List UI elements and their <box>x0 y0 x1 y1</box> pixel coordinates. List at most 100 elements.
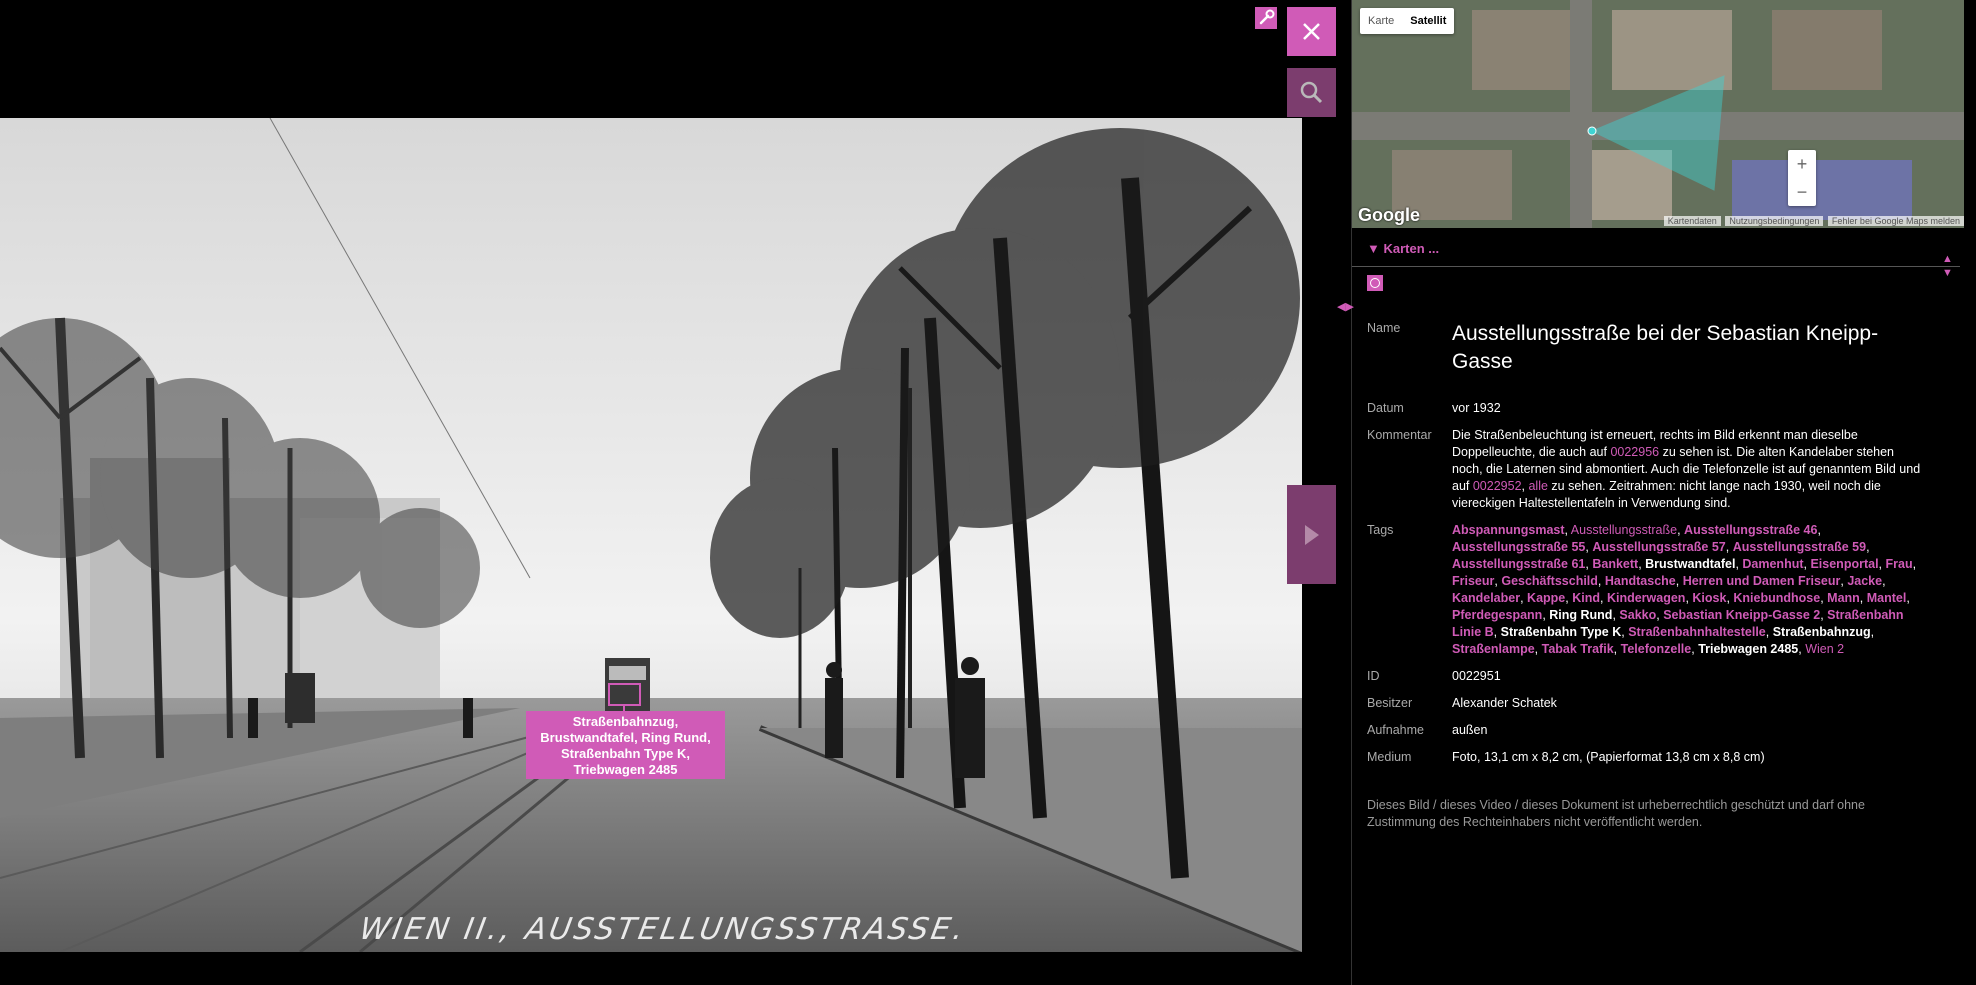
tag-link[interactable]: Kandelaber <box>1452 591 1520 605</box>
tag-link[interactable]: Straßenbahn Type K <box>1501 625 1622 639</box>
tag-link[interactable]: Sebastian Kneipp-Gasse 2 <box>1663 608 1820 622</box>
report-error-link[interactable]: Fehler bei Google Maps melden <box>1827 216 1964 226</box>
tag-separator: , <box>1613 642 1621 656</box>
tag-separator: , <box>1878 557 1886 571</box>
tag-separator: , <box>1677 523 1685 537</box>
tag-list: Abspannungsmast, Ausstellungsstraße, Aus… <box>1452 522 1927 658</box>
details-panel: Name Ausstellungsstraße bei der Sebastia… <box>1367 320 1927 776</box>
date-label: Datum <box>1367 401 1404 415</box>
tag-link[interactable]: Ausstellungsstraße 46 <box>1684 523 1817 537</box>
tag-separator: , <box>1906 591 1910 605</box>
tag-separator: , <box>1882 574 1886 588</box>
id-label: ID <box>1367 669 1380 683</box>
medium-value: Foto, 13,1 cm x 8,2 cm, (Papierformat 13… <box>1452 750 1765 764</box>
tag-link[interactable]: Brustwandtafel <box>1645 557 1735 571</box>
shot-label: Aufnahme <box>1367 723 1424 737</box>
date-value: vor 1932 <box>1452 401 1501 415</box>
tag-link[interactable]: Abspannungsmast <box>1452 523 1565 537</box>
tag-separator: , <box>1866 540 1870 554</box>
karten-toggle[interactable]: ▼ Karten ... <box>1367 241 1439 256</box>
tag-link[interactable]: Herren und Damen Friseur <box>1683 574 1841 588</box>
chevron-right-icon <box>1305 525 1319 545</box>
tag-link[interactable]: Ring Rund <box>1549 608 1612 622</box>
tag-link[interactable]: Sakko <box>1619 608 1656 622</box>
name-label: Name <box>1367 321 1401 335</box>
tag-link[interactable]: Straßenbahnzug <box>1773 625 1871 639</box>
tag-separator: , <box>1817 523 1821 537</box>
camera-icon <box>1370 278 1380 288</box>
tag-link[interactable]: Tabak Trafik <box>1542 642 1614 656</box>
tag-separator: , <box>1534 642 1542 656</box>
photo-image <box>0 118 1302 952</box>
tag-link[interactable]: Kniebundhose <box>1733 591 1820 605</box>
map-type-karte[interactable]: Karte <box>1360 8 1402 34</box>
tag-marker[interactable] <box>608 683 641 706</box>
comment-value: Die Straßenbeleuchtung ist erneuert, rec… <box>1452 427 1927 512</box>
tag-link[interactable]: Mantel <box>1867 591 1907 605</box>
terms-link[interactable]: Nutzungsbedingungen <box>1725 216 1824 226</box>
wrench-icon <box>1259 9 1275 25</box>
map-type-toggle: Karte Satellit <box>1360 8 1455 34</box>
divider <box>1352 266 1960 267</box>
tag-separator: , <box>1859 591 1867 605</box>
owner-value: Alexander Schatek <box>1452 696 1557 710</box>
image-title: Ausstellungsstraße bei der Sebastian Kne… <box>1452 322 1879 373</box>
photo-caption: WIEN II., AUSSTELLUNGSSTRASSE. <box>356 912 969 947</box>
tag-link[interactable]: Telefonzelle <box>1621 642 1692 656</box>
comment-link-alle[interactable]: alle <box>1528 479 1547 493</box>
map-view[interactable]: Karte Satellit + − Google Kartendaten Nu… <box>1352 0 1964 228</box>
map-type-satellit[interactable]: Satellit <box>1402 8 1454 34</box>
tag-link[interactable]: Ausstellungsstraße 61 <box>1452 557 1585 571</box>
tag-link[interactable]: Ausstellungsstraße 57 <box>1592 540 1725 554</box>
map-data-link[interactable]: Kartendaten <box>1663 216 1721 226</box>
close-icon <box>1303 23 1320 40</box>
close-button[interactable] <box>1287 7 1336 56</box>
comment-link-0022956[interactable]: 0022956 <box>1610 445 1659 459</box>
tag-link[interactable]: Triebwagen 2485 <box>1698 642 1798 656</box>
tag-separator: , <box>1597 574 1605 588</box>
tag-link[interactable]: Pferdegespann <box>1452 608 1542 622</box>
tag-link[interactable]: Kappe <box>1527 591 1565 605</box>
tag-link[interactable]: Geschäftsschild <box>1501 574 1598 588</box>
photo-viewer: Straßenbahnzug, Brustwandtafel, Ring Run… <box>0 0 1350 985</box>
comment-label: Kommentar <box>1367 428 1432 442</box>
medium-label: Medium <box>1367 750 1412 764</box>
copyright-notice: Dieses Bild / dieses Video / dieses Doku… <box>1367 798 1865 829</box>
shot-value: außen <box>1452 723 1488 737</box>
search-icon <box>1300 81 1323 104</box>
map-footer: Kartendaten Nutzungsbedingungen Fehler b… <box>1352 216 1964 228</box>
tag-separator: , <box>1675 574 1683 588</box>
tag-link[interactable]: Straßenbahnhaltestelle <box>1628 625 1766 639</box>
tag-link[interactable]: Wien 2 <box>1805 642 1844 656</box>
tag-separator: , <box>1520 591 1528 605</box>
camera-button[interactable] <box>1367 275 1383 291</box>
id-value: 0022951 <box>1452 669 1501 683</box>
tag-separator: , <box>1765 625 1773 639</box>
next-image-button[interactable] <box>1287 485 1336 584</box>
tag-link[interactable]: Kiosk <box>1692 591 1726 605</box>
tag-link[interactable]: Friseur <box>1452 574 1494 588</box>
tag-link[interactable]: Ausstellungsstraße 55 <box>1452 540 1585 554</box>
search-button[interactable] <box>1287 68 1336 117</box>
panel-width-arrows[interactable]: ◀▶ <box>1337 300 1354 313</box>
tag-link[interactable]: Eisenportal <box>1810 557 1878 571</box>
edit-button[interactable] <box>1255 7 1277 29</box>
tag-link[interactable]: Mann <box>1827 591 1860 605</box>
tag-link[interactable]: Straßenlampe <box>1452 642 1535 656</box>
tag-link[interactable]: Handtasche <box>1605 574 1676 588</box>
tag-link[interactable]: Ausstellungsstraße 59 <box>1733 540 1866 554</box>
tag-separator: , <box>1599 591 1607 605</box>
tag-label-box[interactable]: Straßenbahnzug, Brustwandtafel, Ring Run… <box>526 711 725 779</box>
tag-link[interactable]: Kinderwagen <box>1607 591 1686 605</box>
zoom-out-button[interactable]: − <box>1788 178 1816 206</box>
owner-label: Besitzer <box>1367 696 1413 710</box>
comment-link-0022952[interactable]: 0022952 <box>1473 479 1522 493</box>
zoom-in-button[interactable]: + <box>1788 150 1816 178</box>
tag-link[interactable]: Jacke <box>1847 574 1882 588</box>
tag-link[interactable]: Ausstellungsstraße <box>1571 523 1677 537</box>
historic-photo[interactable] <box>0 118 1302 952</box>
tag-link[interactable]: Kind <box>1572 591 1600 605</box>
tag-link[interactable]: Bankett <box>1592 557 1638 571</box>
tag-link[interactable]: Damenhut <box>1742 557 1803 571</box>
tag-link[interactable]: Frau <box>1886 557 1913 571</box>
